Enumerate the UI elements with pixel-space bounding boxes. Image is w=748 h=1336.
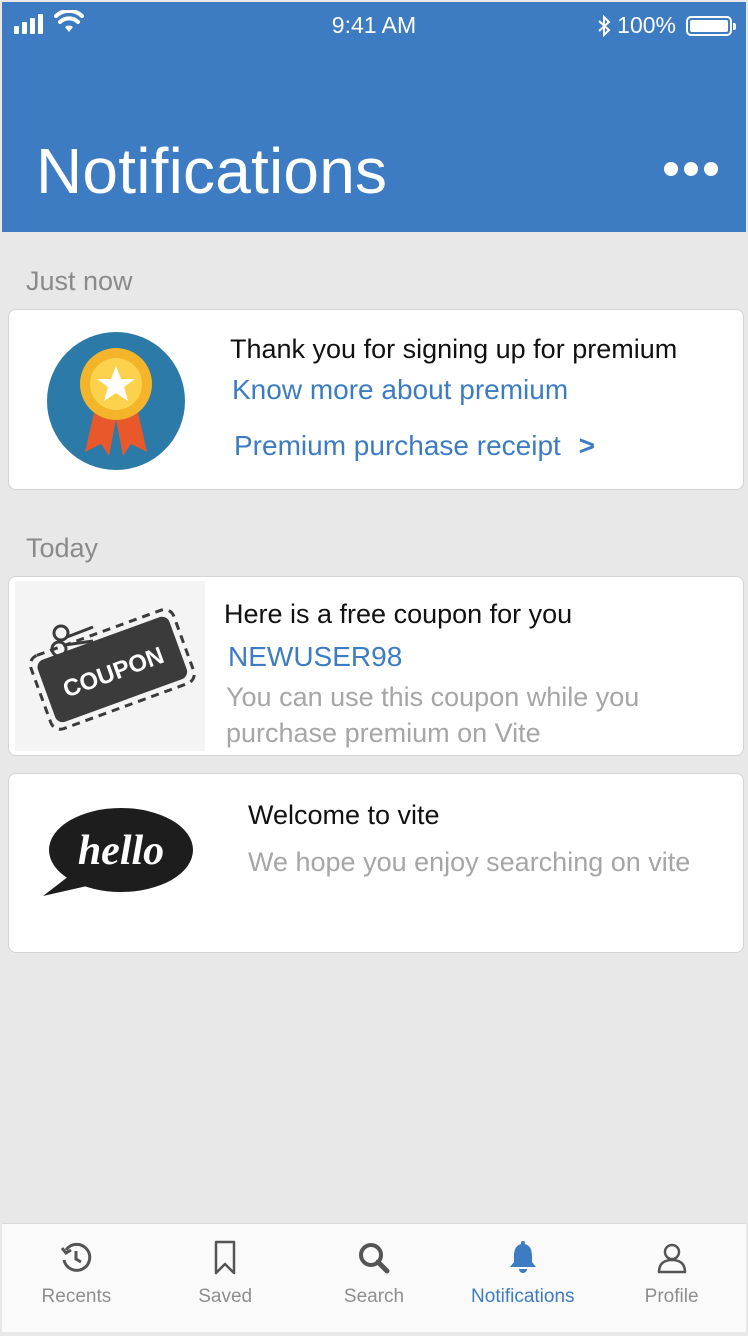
- tab-recents[interactable]: Recents: [2, 1224, 151, 1332]
- status-right: 100%: [597, 12, 736, 39]
- notification-title: Here is a free coupon for you: [224, 599, 573, 629]
- bluetooth-icon: [598, 14, 611, 37]
- header: 9:41 AM 100% Notifications: [2, 2, 746, 232]
- history-icon: [61, 1242, 92, 1272]
- profile-icon: [657, 1243, 686, 1274]
- tab-search[interactable]: Search: [300, 1224, 449, 1332]
- premium-receipt-label: Premium purchase receipt: [234, 430, 561, 461]
- notification-title: Thank you for signing up for premium: [230, 334, 678, 364]
- section-label-just-now: Just now: [26, 266, 133, 296]
- bookmark-icon: [214, 1240, 236, 1275]
- tab-label: Saved: [198, 1286, 253, 1307]
- battery-percent: 100%: [617, 12, 676, 38]
- tab-saved[interactable]: Saved: [151, 1224, 300, 1332]
- search-icon: [358, 1243, 390, 1274]
- tab-bar: Recents Saved Search Notifications Profi…: [2, 1223, 746, 1332]
- tab-notifications[interactable]: Notifications: [448, 1224, 597, 1332]
- notification-description: We hope you enjoy searching on vite: [248, 847, 691, 877]
- page-title: Notifications: [36, 135, 388, 207]
- premium-badge-icon: [47, 332, 185, 470]
- coupon-code[interactable]: NEWUSER98: [228, 641, 402, 673]
- section-label-today: Today: [26, 533, 99, 563]
- notification-card-coupon[interactable]: COUPON Here is a free coupon for you NEW…: [8, 576, 744, 756]
- more-options-icon[interactable]: [664, 162, 718, 176]
- chevron-right-icon: >: [578, 430, 595, 461]
- hello-image-text: hello: [78, 828, 164, 874]
- tab-label: Recents: [41, 1286, 112, 1307]
- tab-label: Search: [343, 1286, 405, 1307]
- know-more-premium-link[interactable]: Know more about premium: [232, 374, 568, 406]
- premium-receipt-link[interactable]: Premium purchase receipt >: [234, 430, 595, 462]
- battery-icon: [686, 15, 736, 36]
- hello-speech-bubble-image: hello: [43, 808, 193, 896]
- notification-card-premium[interactable]: Thank you for signing up for premium Kno…: [8, 309, 744, 490]
- tab-profile[interactable]: Profile: [597, 1224, 746, 1332]
- coupon-image: COUPON: [15, 581, 205, 751]
- notification-title: Welcome to vite: [248, 800, 440, 830]
- notifications-screen: 9:41 AM 100% Notifications Just now Than…: [0, 0, 748, 1336]
- bell-icon: [509, 1241, 536, 1273]
- status-bar: 9:41 AM 100%: [2, 2, 746, 48]
- tab-label: Profile: [644, 1286, 699, 1307]
- notification-card-welcome[interactable]: hello Welcome to vite We hope you enjoy …: [8, 773, 744, 953]
- tab-label: Notifications: [471, 1286, 575, 1307]
- notification-description: You can use this coupon while you purcha…: [226, 682, 640, 748]
